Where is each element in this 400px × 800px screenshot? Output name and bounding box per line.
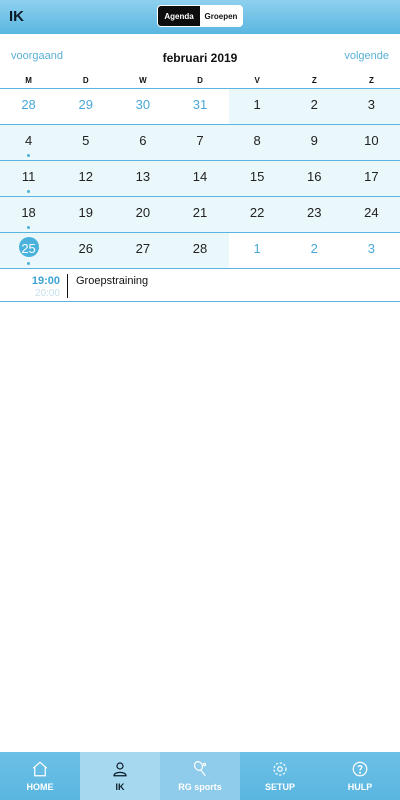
calendar-day[interactable]: 20 bbox=[114, 197, 172, 232]
racket-icon bbox=[193, 761, 207, 777]
person-icon bbox=[113, 762, 127, 777]
calendar-day[interactable]: 24 bbox=[342, 197, 400, 232]
calendar-day[interactable]: 4 bbox=[0, 125, 58, 160]
calendar-week: 18 19 20 21 22 23 24 bbox=[0, 197, 400, 233]
calendar-day[interactable]: 31 bbox=[171, 89, 228, 124]
month-navigation: voorgaand februari 2019 volgende bbox=[0, 46, 400, 68]
next-month-link[interactable]: volgende bbox=[344, 50, 389, 62]
month-title: februari 2019 bbox=[162, 51, 238, 65]
calendar-day[interactable]: 5 bbox=[57, 125, 115, 160]
calendar-day[interactable]: 17 bbox=[342, 161, 400, 196]
calendar-day[interactable]: 7 bbox=[171, 125, 229, 160]
calendar-grid: 28 29 30 31 1 2 3 4 5 6 7 8 9 10 11 12 1… bbox=[0, 89, 400, 269]
calendar-day[interactable]: 11 bbox=[0, 161, 58, 196]
calendar-day[interactable]: 28 bbox=[0, 89, 57, 124]
view-segmented-control: Agenda Groepen bbox=[157, 5, 243, 27]
calendar-week: 25 26 27 28 1 2 3 bbox=[0, 233, 400, 269]
tab-hulp[interactable]: HULP bbox=[320, 752, 400, 800]
calendar-day[interactable]: 3 bbox=[343, 233, 400, 268]
tab-label: HOME bbox=[26, 782, 54, 792]
calendar-day[interactable]: 2 bbox=[286, 233, 343, 268]
calendar-day[interactable]: 3 bbox=[342, 89, 400, 124]
weekday-header: M D W D V Z Z bbox=[0, 76, 400, 88]
calendar-day[interactable]: 30 bbox=[114, 89, 171, 124]
segment-groepen[interactable]: Groepen bbox=[200, 6, 242, 26]
tab-setup[interactable]: SETUP bbox=[240, 752, 320, 800]
weekday-label: Z bbox=[311, 76, 317, 85]
event-end-time: 20:00 bbox=[34, 288, 60, 299]
calendar-day[interactable]: 28 bbox=[171, 233, 229, 268]
calendar-day[interactable]: 23 bbox=[285, 197, 343, 232]
calendar-day[interactable]: 10 bbox=[342, 125, 400, 160]
calendar-day[interactable]: 14 bbox=[171, 161, 229, 196]
calendar-day[interactable]: 2 bbox=[285, 89, 343, 124]
calendar-day[interactable]: 26 bbox=[57, 233, 115, 268]
calendar-day[interactable]: 1 bbox=[229, 233, 286, 268]
tab-label: SETUP bbox=[264, 782, 295, 792]
page-title: IK bbox=[9, 8, 24, 25]
calendar-day[interactable]: 6 bbox=[114, 125, 172, 160]
calendar-day[interactable]: 8 bbox=[228, 125, 286, 160]
weekday-label: W bbox=[139, 76, 147, 85]
calendar-day[interactable]: 9 bbox=[285, 125, 343, 160]
calendar-day[interactable]: 21 bbox=[171, 197, 229, 232]
calendar-day[interactable]: 19 bbox=[57, 197, 115, 232]
calendar-day[interactable]: 12 bbox=[57, 161, 115, 196]
calendar-week: 4 5 6 7 8 9 10 bbox=[0, 125, 400, 161]
tab-label: IK bbox=[115, 782, 125, 792]
tab-home[interactable]: HOME bbox=[0, 752, 80, 800]
tab-label: RG sports bbox=[178, 782, 222, 792]
event-title: Groepstraining bbox=[76, 275, 149, 287]
weekday-label: D bbox=[82, 76, 89, 85]
calendar-day-today[interactable]: 25 bbox=[0, 233, 58, 268]
calendar-day[interactable]: 16 bbox=[285, 161, 343, 196]
gear-icon bbox=[273, 762, 287, 776]
calendar-day[interactable]: 27 bbox=[114, 233, 172, 268]
help-icon bbox=[352, 761, 368, 777]
home-icon bbox=[32, 761, 48, 777]
tab-label: HULP bbox=[347, 782, 373, 792]
calendar-week: 11 12 13 14 15 16 17 bbox=[0, 161, 400, 197]
calendar-day[interactable]: 13 bbox=[114, 161, 172, 196]
weekday-label: M bbox=[25, 76, 32, 85]
tab-rg-sports[interactable]: RG sports bbox=[160, 752, 240, 800]
event-start-time: 19:00 bbox=[31, 275, 60, 287]
calendar-day[interactable]: 18 bbox=[0, 197, 58, 232]
bottom-tab-bar: HOME IK RG sports SETUP HULP bbox=[0, 752, 400, 800]
calendar-day[interactable]: 22 bbox=[228, 197, 286, 232]
weekday-label: D bbox=[197, 76, 203, 85]
weekday-label: Z bbox=[368, 76, 374, 85]
tab-ik[interactable]: IK bbox=[80, 752, 160, 800]
weekday-label: V bbox=[254, 76, 260, 85]
calendar-day[interactable]: 15 bbox=[228, 161, 286, 196]
event-item[interactable]: 19:00 20:00 Groepstraining bbox=[0, 270, 400, 302]
segment-agenda[interactable]: Agenda bbox=[158, 6, 200, 26]
calendar-day[interactable]: 1 bbox=[228, 89, 286, 124]
calendar-week: 28 29 30 31 1 2 3 bbox=[0, 89, 400, 125]
top-bar: IK Agenda Groepen bbox=[0, 0, 400, 34]
calendar-day[interactable]: 29 bbox=[57, 89, 114, 124]
event-divider bbox=[67, 274, 68, 298]
